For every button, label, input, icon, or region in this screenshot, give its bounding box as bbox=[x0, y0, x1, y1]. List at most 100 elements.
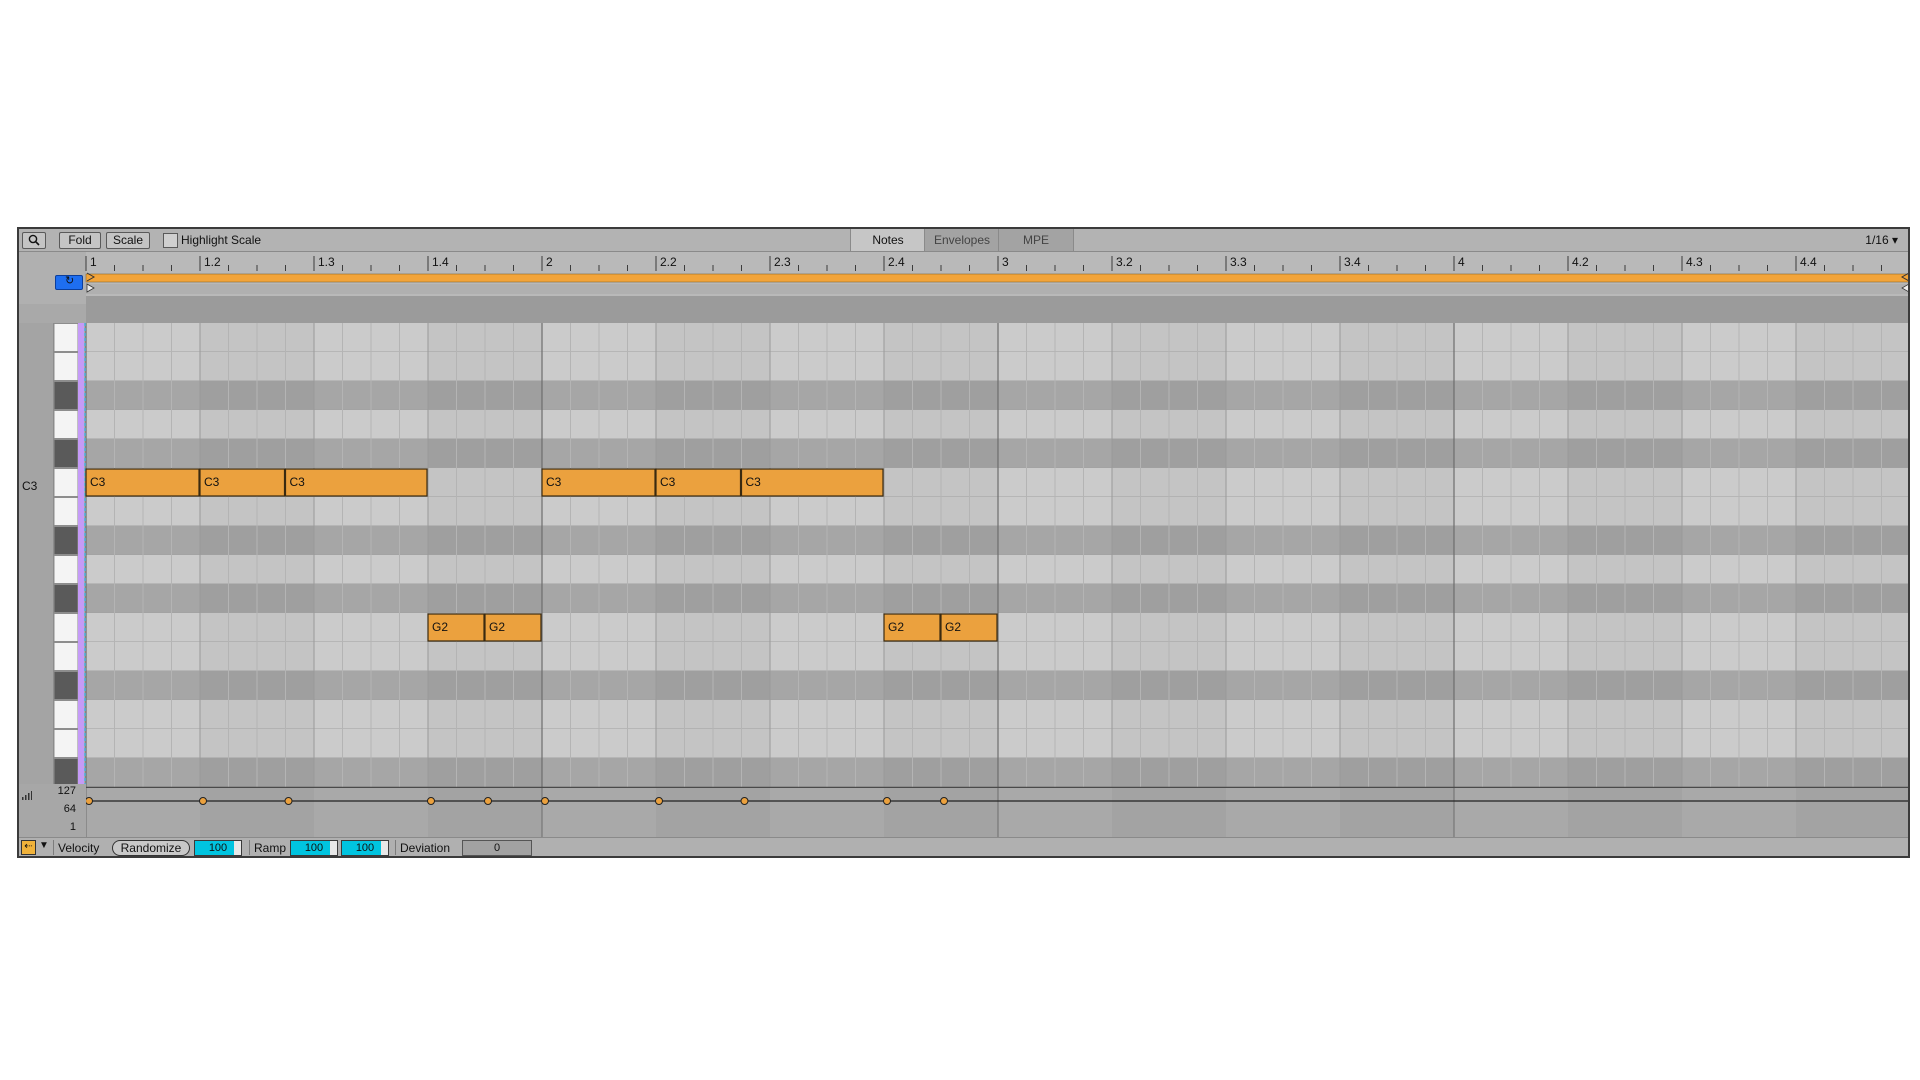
midi-note-label: C3 bbox=[546, 475, 562, 489]
velocity-handle[interactable] bbox=[655, 797, 663, 805]
velocity-beat-band bbox=[1568, 788, 1682, 837]
piano-key[interactable] bbox=[53, 671, 79, 700]
midi-note-label: G2 bbox=[432, 620, 448, 634]
velocity-handle[interactable] bbox=[484, 797, 492, 805]
velocity-tick-1: 1 bbox=[69, 821, 76, 833]
note-grid[interactable] bbox=[85, 323, 1908, 788]
grid-cell bbox=[1796, 642, 1908, 671]
field-end bbox=[381, 841, 388, 855]
midi-note-editor: Fold Scale Highlight Scale Notes Envelop… bbox=[17, 227, 1910, 858]
ramp-end-field[interactable]: 100 bbox=[341, 840, 389, 856]
grid-cell bbox=[1796, 555, 1908, 584]
piano-roll-canvas[interactable]: 1 1.2 1.3 1.4 2 2.2 2.3 2.4 3 3.2 3.3 3.4 4 4.2 4.3 4.4… bbox=[19, 229, 1908, 837]
deviation-field[interactable]: 0 bbox=[462, 840, 532, 856]
ruler-marker-label: 4 bbox=[1458, 255, 1465, 269]
loop-icon: ↻ bbox=[65, 275, 75, 287]
ruler-marker-label: 3.4 bbox=[1344, 255, 1361, 269]
velocity-handle[interactable] bbox=[883, 797, 891, 805]
midi-note[interactable] bbox=[740, 468, 884, 497]
grid-cell bbox=[1796, 671, 1908, 700]
ruler-marker-label: 1 bbox=[90, 255, 97, 269]
ramp-end-value: 100 bbox=[355, 842, 375, 854]
ruler-marker-label: 3 bbox=[1002, 255, 1009, 269]
velocity-footer-bar: ⇠ ▼ Velocity Randomize 100 Ramp 100 100 … bbox=[19, 837, 1908, 856]
velocity-beat-band bbox=[1340, 788, 1454, 837]
piano-key[interactable] bbox=[53, 613, 79, 642]
ruler-marker-label: 3.3 bbox=[1230, 255, 1247, 269]
midi-note-label: C3 bbox=[746, 475, 762, 489]
ruler-marker-label: 1.3 bbox=[318, 255, 335, 269]
field-end bbox=[234, 841, 241, 855]
beat-ruler[interactable]: 1 1.2 1.3 1.4 2 2.2 2.3 2.4 3 3.2 3.3 3.4 4 4.2 4.3 4.4 bbox=[85, 252, 1908, 272]
velocity-lane[interactable] bbox=[85, 788, 1909, 837]
grid-cell bbox=[1796, 468, 1908, 497]
midi-note[interactable] bbox=[284, 468, 428, 497]
grid-cell bbox=[1796, 758, 1908, 787]
ramp-start-field[interactable]: 100 bbox=[290, 840, 338, 856]
velocity-handle[interactable] bbox=[199, 797, 207, 805]
ruler-marker-label: 2.3 bbox=[774, 255, 791, 269]
divider bbox=[53, 840, 54, 855]
piano-key[interactable] bbox=[53, 410, 79, 439]
piano-key[interactable] bbox=[53, 323, 79, 352]
chevron-down-icon[interactable]: ▼ bbox=[39, 840, 49, 851]
ruler-marker-label: 2.4 bbox=[888, 255, 905, 269]
velocity-handle[interactable] bbox=[284, 797, 293, 805]
midi-note-label: G2 bbox=[945, 620, 961, 634]
velocity-handle[interactable] bbox=[541, 797, 549, 805]
grid-cell bbox=[1796, 584, 1908, 613]
piano-key[interactable] bbox=[53, 729, 79, 758]
velocity-beat-band bbox=[428, 788, 542, 837]
velocity-beat-band bbox=[200, 788, 314, 837]
fold-header-strip bbox=[86, 296, 1908, 323]
randomize-button[interactable]: Randomize bbox=[112, 840, 190, 856]
ruler-marker-label: 4.3 bbox=[1686, 255, 1703, 269]
velocity-tick-127: 127 bbox=[57, 785, 76, 797]
field-end bbox=[330, 841, 337, 855]
grid-cell bbox=[1796, 439, 1908, 468]
piano-key[interactable] bbox=[53, 468, 79, 497]
piano-keyboard[interactable] bbox=[53, 323, 79, 787]
velocity-handle[interactable] bbox=[427, 797, 435, 805]
midi-note-label: C3 bbox=[90, 475, 106, 489]
velocity-value: 100 bbox=[208, 842, 228, 854]
ruler-strip bbox=[86, 252, 1908, 272]
piano-key[interactable] bbox=[53, 497, 79, 526]
start-marker-strip bbox=[86, 284, 1908, 294]
piano-key[interactable] bbox=[53, 352, 79, 381]
piano-key[interactable] bbox=[53, 555, 79, 584]
piano-key[interactable] bbox=[53, 584, 79, 613]
piano-key[interactable] bbox=[53, 526, 79, 555]
piano-key[interactable] bbox=[53, 700, 79, 729]
divider bbox=[249, 840, 250, 855]
grid-cell bbox=[1796, 526, 1908, 555]
piano-key[interactable] bbox=[53, 758, 79, 787]
midi-note-label: G2 bbox=[489, 620, 505, 634]
velocity-handle[interactable] bbox=[740, 797, 749, 805]
velocity-value-field[interactable]: 100 bbox=[194, 840, 242, 856]
ruler-marker-label: 4.4 bbox=[1800, 255, 1817, 269]
loop-brace[interactable] bbox=[85, 273, 1908, 283]
ruler-marker-label: 3.2 bbox=[1116, 255, 1133, 269]
ruler-marker-label: 2.2 bbox=[660, 255, 677, 269]
deviation-label: Deviation bbox=[400, 841, 451, 855]
grid-cell bbox=[1796, 497, 1908, 526]
grid-cell bbox=[1796, 352, 1908, 381]
grid-cell bbox=[1796, 381, 1908, 410]
ruler-marker-label: 2 bbox=[546, 255, 553, 269]
piano-key[interactable] bbox=[53, 642, 79, 671]
loop-toggle-button[interactable]: ↻ bbox=[55, 275, 83, 290]
grid-cell bbox=[1796, 729, 1908, 758]
ramp-start-value: 100 bbox=[304, 842, 324, 854]
note-preview-button[interactable]: ⇠ bbox=[21, 840, 36, 855]
grid-cell bbox=[1796, 323, 1908, 352]
velocity-label: Velocity bbox=[58, 841, 100, 855]
piano-key[interactable] bbox=[53, 439, 79, 468]
velocity-bars-icon bbox=[22, 791, 32, 800]
midi-note-label: C3 bbox=[204, 475, 220, 489]
velocity-beat-band bbox=[1112, 788, 1226, 837]
piano-key[interactable] bbox=[53, 381, 79, 410]
velocity-handle[interactable] bbox=[85, 797, 93, 805]
velocity-handle[interactable] bbox=[940, 797, 948, 805]
ramp-label: Ramp bbox=[254, 841, 287, 855]
